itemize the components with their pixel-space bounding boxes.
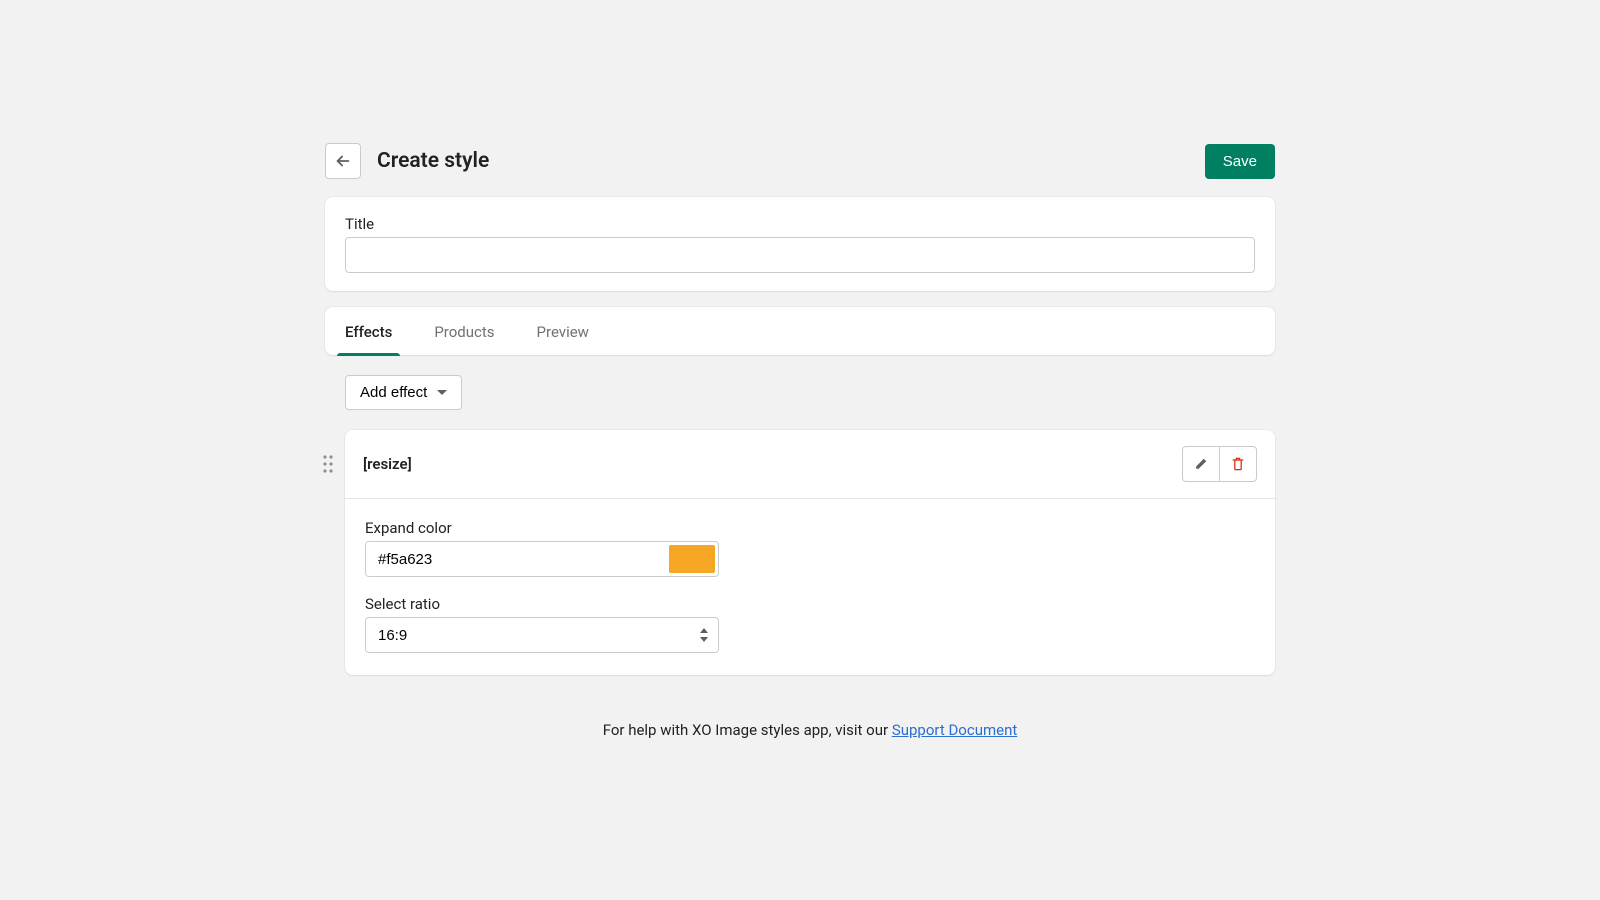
title-input[interactable] — [345, 237, 1255, 273]
support-link[interactable]: Support Document — [892, 721, 1017, 739]
tab-preview[interactable]: Preview — [537, 307, 589, 355]
page-title: Create style — [377, 149, 1205, 173]
footer: For help with XO Image styles app, visit… — [345, 721, 1275, 739]
tab-effects[interactable]: Effects — [345, 307, 392, 355]
save-button[interactable]: Save — [1205, 144, 1275, 179]
footer-text: For help with XO Image styles app, visit… — [603, 721, 892, 739]
tab-products[interactable]: Products — [434, 307, 494, 355]
effect-title: [resize] — [363, 455, 1182, 473]
edit-effect-button[interactable] — [1182, 446, 1220, 482]
effect-item: [resize] — [345, 430, 1275, 675]
pencil-icon — [1193, 456, 1209, 472]
color-swatch[interactable] — [669, 545, 715, 573]
tab-label: Preview — [537, 323, 589, 341]
add-effect-button[interactable]: Add effect — [345, 375, 462, 410]
tab-label: Effects — [345, 323, 392, 341]
drag-icon — [321, 454, 335, 474]
select-ratio-dropdown[interactable]: 16:9 — [365, 617, 719, 653]
caret-down-icon — [437, 390, 447, 395]
arrow-left-icon — [334, 152, 352, 170]
drag-handle[interactable] — [321, 454, 335, 474]
expand-color-field[interactable] — [365, 541, 719, 577]
select-ratio-label: Select ratio — [365, 595, 1255, 613]
title-label: Title — [345, 215, 1255, 233]
delete-effect-button[interactable] — [1219, 446, 1257, 482]
add-effect-label: Add effect — [360, 384, 427, 401]
expand-color-input[interactable] — [366, 542, 666, 576]
tabs: Effects Products Preview — [325, 307, 1275, 355]
tab-label: Products — [434, 323, 494, 341]
back-button[interactable] — [325, 143, 361, 179]
expand-color-label: Expand color — [365, 519, 1255, 537]
trash-icon — [1230, 456, 1246, 472]
